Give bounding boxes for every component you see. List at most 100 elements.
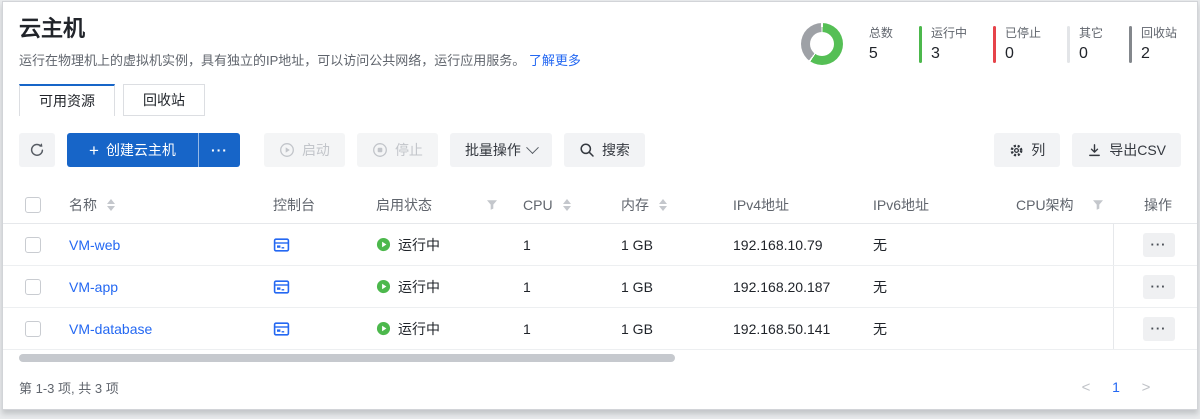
col-ipv6-label: IPv6地址 (873, 195, 929, 215)
stat-recycle: 回收站 2 (1129, 26, 1177, 63)
table-row: VM-app 运行中 (3, 266, 1197, 308)
col-name: 名称 (53, 195, 257, 215)
console-icon[interactable] (273, 237, 290, 253)
ipv6-value: 无 (857, 235, 1000, 255)
columns-label: 列 (1031, 140, 1045, 160)
page-header: 云主机 运行在物理机上的虚拟机实例，具有独立的IP地址，可以访问公共网络，运行应… (3, 2, 1197, 69)
col-actions: 操作 (1113, 186, 1200, 223)
stat-label: 运行中 (931, 26, 967, 41)
cpu-value: 1 (507, 279, 605, 295)
memory-value: 1 GB (605, 279, 717, 295)
sort-icon[interactable] (107, 199, 115, 211)
vm-name-link[interactable]: VM-database (69, 321, 152, 337)
col-status-label: 启用状态 (376, 195, 432, 215)
vm-name-link[interactable]: VM-app (69, 279, 118, 295)
running-status-icon (376, 279, 391, 294)
table-row: VM-web 运行中 (3, 224, 1197, 266)
col-arch: CPU架构 (1000, 195, 1113, 215)
stats-panel: 总数 5 运行中 3 已停止 0 (801, 19, 1181, 69)
horizontal-scrollbar (19, 354, 1197, 362)
ipv6-value: 无 (857, 277, 1000, 297)
memory-value: 1 GB (605, 237, 717, 253)
pagination: < 1 > (1075, 379, 1157, 396)
search-button[interactable]: 搜索 (564, 133, 645, 167)
batch-actions-button[interactable]: 批量操作 (450, 133, 552, 167)
ellipsis-icon: ··· (1151, 279, 1167, 294)
col-name-label: 名称 (69, 195, 97, 215)
col-cpu: CPU (507, 197, 605, 213)
stat-value: 5 (869, 45, 893, 63)
ipv4-value: 192.168.10.79 (717, 237, 857, 253)
chevron-down-icon (526, 141, 539, 154)
running-status-icon (376, 321, 391, 336)
stat-total: 总数 5 (869, 26, 893, 63)
items-summary: 第 1-3 项, 共 3 项 (19, 378, 119, 397)
row-checkbox[interactable] (25, 237, 41, 253)
row-checkbox[interactable] (25, 279, 41, 295)
start-button[interactable]: 启动 (264, 133, 345, 167)
console-icon[interactable] (273, 279, 290, 295)
refresh-button[interactable] (19, 133, 55, 167)
memory-value: 1 GB (605, 321, 717, 337)
stat-label: 总数 (869, 26, 893, 41)
stat-other: 其它 0 (1067, 26, 1103, 63)
ellipsis-icon: ··· (1151, 321, 1167, 336)
col-ipv6: IPv6地址 (857, 195, 1000, 215)
select-all-checkbox[interactable] (25, 197, 41, 213)
col-actions-label: 操作 (1144, 195, 1172, 215)
stat-label: 已停止 (1005, 26, 1041, 41)
tab-bar: 可用资源 回收站 (3, 84, 1197, 116)
create-vm-label: 创建云主机 (106, 140, 176, 160)
row-actions-button[interactable]: ··· (1143, 317, 1175, 341)
create-split-button: + 创建云主机 ··· (67, 133, 240, 167)
cpu-value: 1 (507, 321, 605, 337)
columns-button[interactable]: 列 (994, 133, 1060, 167)
running-status-icon (376, 237, 391, 252)
start-label: 启动 (302, 140, 330, 160)
stat-label: 其它 (1079, 26, 1103, 41)
stop-button[interactable]: 停止 (357, 133, 438, 167)
ipv4-value: 192.168.50.141 (717, 321, 857, 337)
search-icon (579, 142, 595, 158)
sort-icon[interactable] (563, 199, 571, 211)
learn-more-link[interactable]: 了解更多 (529, 53, 581, 68)
tab-recycle-bin[interactable]: 回收站 (123, 84, 205, 116)
play-circle-icon (279, 142, 295, 158)
tab-available-resources[interactable]: 可用资源 (19, 84, 115, 116)
stat-stopped: 已停止 0 (993, 26, 1041, 63)
stop-label: 停止 (395, 140, 423, 160)
create-more-button[interactable]: ··· (198, 133, 240, 167)
next-page-button[interactable]: > (1135, 379, 1157, 396)
stat-value: 2 (1141, 45, 1177, 63)
row-checkbox[interactable] (25, 321, 41, 337)
row-actions-button[interactable]: ··· (1143, 275, 1175, 299)
filter-icon[interactable] (486, 199, 498, 211)
col-memory-label: 内存 (621, 195, 649, 215)
prev-page-button[interactable]: < (1075, 379, 1097, 396)
page-number-current[interactable]: 1 (1105, 379, 1127, 395)
col-status: 启用状态 (360, 195, 507, 215)
stat-label: 回收站 (1141, 26, 1177, 41)
col-memory: 内存 (605, 195, 717, 215)
stop-circle-icon (372, 142, 388, 158)
row-actions-button[interactable]: ··· (1143, 233, 1175, 257)
page-description: 运行在物理机上的虚拟机实例，具有独立的IP地址，可以访问公共网络，运行应用服务。… (19, 50, 581, 69)
cloud-vm-page: 云主机 运行在物理机上的虚拟机实例，具有独立的IP地址，可以访问公共网络，运行应… (2, 1, 1198, 410)
status-text: 运行中 (398, 277, 440, 297)
stat-color-bar (1067, 26, 1070, 63)
search-label: 搜索 (602, 140, 630, 160)
gear-icon (1009, 143, 1024, 158)
create-vm-button[interactable]: + 创建云主机 (67, 133, 198, 167)
col-console-label: 控制台 (273, 195, 315, 215)
scrollbar-thumb[interactable] (19, 354, 675, 362)
console-icon[interactable] (273, 321, 290, 337)
filter-icon[interactable] (1092, 199, 1104, 211)
header-checkbox-cell (3, 197, 53, 213)
col-ipv4: IPv4地址 (717, 195, 857, 215)
export-csv-button[interactable]: 导出CSV (1072, 133, 1181, 167)
batch-actions-label: 批量操作 (465, 140, 521, 160)
toolbar: + 创建云主机 ··· 启动 停止 (3, 116, 1197, 167)
sort-icon[interactable] (659, 199, 667, 211)
vm-name-link[interactable]: VM-web (69, 237, 120, 253)
table-row: VM-database 运 (3, 308, 1197, 350)
